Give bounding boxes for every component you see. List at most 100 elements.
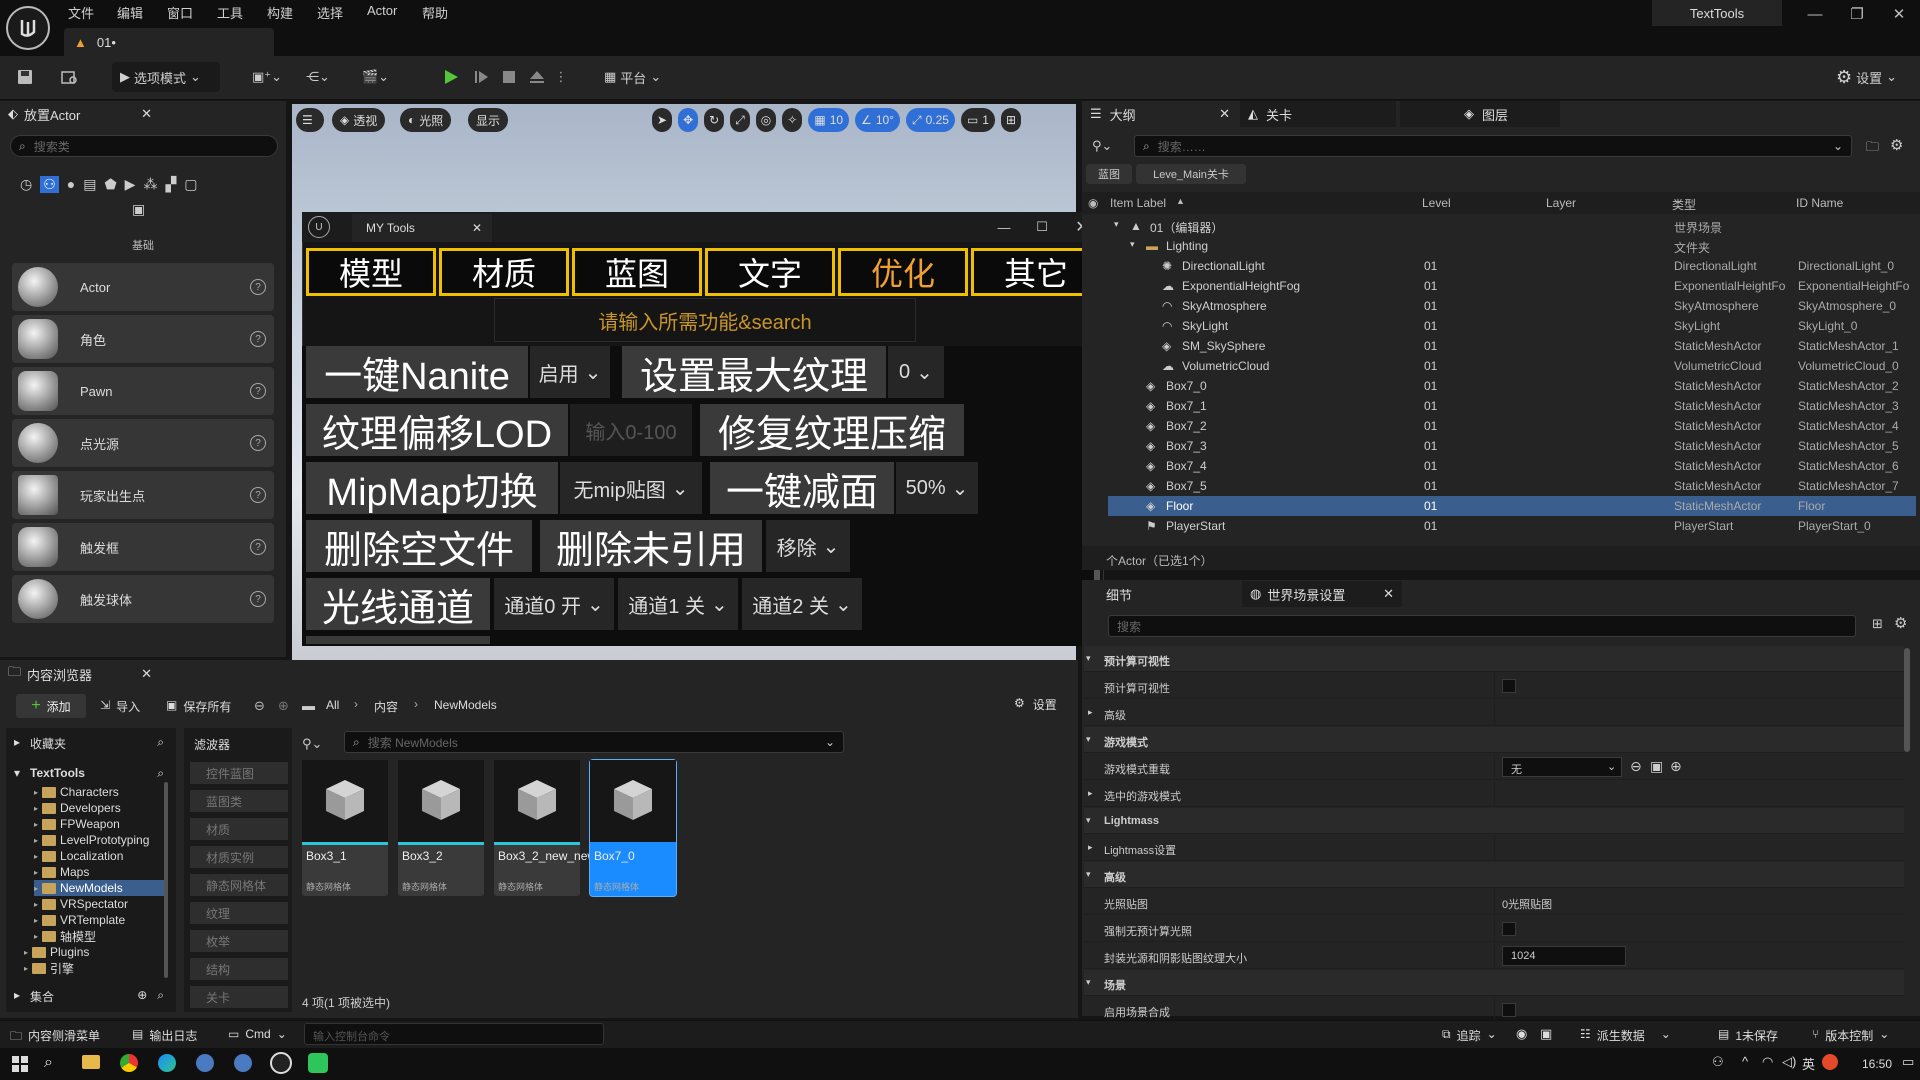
outliner-row[interactable]: ☁ VolumetricCloud 01 VolumetricCloud Volumet… [1108, 356, 1916, 376]
close-tab-icon[interactable]: ✕ [141, 106, 152, 122]
details-row-collapsed[interactable]: ▸ 高级 [1084, 700, 1904, 726]
browse-folder-icon[interactable]: ▣ [1650, 758, 1663, 775]
scale-snap-button[interactable]: ⤢ 0.25 [905, 108, 955, 132]
new-folder-icon[interactable]: 🗀 [1866, 138, 1879, 160]
platform-button[interactable]: ▦ 平台 ⌄ [604, 62, 674, 92]
channel-1-select[interactable]: 通道1 关 ⌄ [618, 578, 738, 630]
folder-item[interactable]: ▸ VRTemplate [34, 912, 166, 928]
folder-item[interactable]: ▸ Plugins [24, 944, 156, 960]
place-item-pawn[interactable]: Pawn ? [12, 367, 274, 415]
wechat-icon[interactable] [308, 1053, 328, 1073]
search-icon[interactable]: ⌕ [157, 735, 164, 752]
unreal-logo-icon[interactable] [6, 6, 50, 50]
nanite-button[interactable]: 一键Nanite [306, 346, 528, 398]
chevron-right-icon[interactable]: ▸ [1088, 788, 1093, 799]
help-icon[interactable]: ? [250, 591, 266, 607]
user-icon[interactable]: ⚇ [1712, 1054, 1724, 1070]
asset-tile[interactable]: Box7_0 静态网格体 [589, 759, 677, 897]
network-icon[interactable]: ◠ [1762, 1054, 1773, 1070]
maximize-icon[interactable]: ☐ [1030, 216, 1054, 238]
add-button[interactable]: + 添加 [16, 694, 86, 718]
minimize-icon[interactable]: — [1798, 2, 1832, 26]
tree-scrollbar[interactable] [164, 782, 168, 978]
help-icon[interactable]: ? [250, 279, 266, 295]
menu-file[interactable]: 文件 [68, 3, 94, 22]
details-row-combo[interactable]: 游戏模式重载无 ⌄ ⊖ ▣ ⊕ [1084, 754, 1904, 780]
blueprint-chip[interactable]: 蓝图 [1086, 164, 1132, 184]
delete-empty-folders-button[interactable]: 删除空文件 [306, 520, 532, 572]
menu-select[interactable]: 选择 [317, 3, 343, 22]
filter-item[interactable]: 蓝图类 [190, 790, 288, 812]
texture-lod-button[interactable]: 纹理偏移LOD [306, 404, 568, 456]
outliner-row[interactable]: ◈ SM_SkySphere 01 StaticMeshActor StaticMesh… [1108, 336, 1916, 356]
chevron-down-icon[interactable]: ▾ [1086, 653, 1091, 664]
outliner-row[interactable]: ◈ Box7_3 01 StaticMeshActor StaticMeshActor_… [1108, 436, 1916, 456]
close-tab-icon[interactable]: ✕ [1383, 586, 1394, 602]
outliner-row[interactable]: ◠ SkyLight 01 SkyLight SkyLight_0 [1108, 316, 1916, 336]
translate-tool-icon[interactable]: ✥ [678, 108, 699, 132]
tools-search-input[interactable]: 请输入所需功能&search [494, 298, 916, 342]
extra-icon[interactable]: ▣ [132, 201, 145, 218]
rotate-tool-icon[interactable]: ↻ [704, 108, 725, 132]
lights-icon[interactable]: ● [67, 176, 75, 193]
menu-window[interactable]: 窗口 [167, 3, 193, 22]
tab-blueprint[interactable]: 蓝图 [572, 248, 702, 296]
checkbox[interactable] [1502, 1003, 1516, 1017]
search-icon[interactable]: ⌕ [157, 766, 164, 781]
asset-filter-icon[interactable]: ⚲⌄ [302, 736, 322, 752]
windows-start-icon[interactable] [12, 1056, 28, 1072]
table-view-icon[interactable]: ⊞ [1872, 616, 1883, 632]
outliner-row[interactable]: ▾ ▬ Lighting 文件夹 [1108, 236, 1916, 256]
remove-select[interactable]: 移除 ⌄ [766, 520, 850, 572]
lighting-button[interactable]: ◐ 光照 [400, 108, 452, 132]
place-item-character[interactable]: 角色 ? [12, 315, 274, 363]
details-row-section[interactable]: ▾ 预计算可视性 [1084, 646, 1904, 672]
help-icon[interactable]: ? [250, 435, 266, 451]
play-options-icon[interactable]: ⋮ [554, 66, 568, 88]
project-tab[interactable]: TextTools [1652, 0, 1782, 26]
help-icon[interactable]: ? [250, 383, 266, 399]
expand-arrow-icon[interactable]: ▾ [1114, 219, 1119, 230]
chevron-down-icon[interactable]: ▾ [1086, 734, 1091, 745]
gear-icon[interactable]: ⚙ [1894, 614, 1907, 632]
outliner-row[interactable]: ☁ ExponentialHeightFog 01 ExponentialHeight… [1108, 276, 1916, 296]
outliner-row[interactable]: ▾ ▲ 01（编辑器） 世界场景 [1108, 216, 1916, 236]
blueprint-button[interactable]: ⋲⌄ [306, 62, 346, 92]
mipmap-button[interactable]: MipMap切换 [306, 462, 558, 514]
filter-item[interactable]: 材质实例 [190, 846, 288, 868]
filter-icon[interactable]: ⚲⌄ [1092, 138, 1118, 154]
settings-button[interactable]: ⚙ 设置 ⌄ [1836, 62, 1906, 92]
surface-snap-icon[interactable]: ✧ [782, 108, 803, 132]
perspective-button[interactable]: ◈ 透视 [332, 108, 386, 132]
folder-item[interactable]: ▸ NewModels [34, 880, 166, 896]
tab-optimize[interactable]: 优化 [838, 248, 968, 296]
filter-item[interactable]: 材质 [190, 818, 288, 840]
details-row-section[interactable]: ▾ 游戏模式 [1084, 727, 1904, 753]
folder-item[interactable]: ▸ Characters [34, 784, 166, 800]
chevron-down-icon[interactable]: ▾ [1086, 815, 1091, 826]
visual-effects-icon[interactable]: ▶ [125, 176, 136, 193]
grid-snap-button[interactable]: ▦ 10 [808, 108, 850, 132]
breadcrumb-newmodels[interactable]: NewModels [434, 698, 497, 712]
add-content-button[interactable]: ▣⁺⌄ [252, 62, 292, 92]
forward-icon[interactable]: ⊕ [278, 698, 289, 714]
help-icon[interactable]: ? [250, 539, 266, 555]
folder-item[interactable]: ▸ FPWeapon [34, 816, 166, 832]
unsaved-button[interactable]: ▤ 1未保存 [1718, 1027, 1778, 1044]
checkbox[interactable] [1502, 679, 1516, 693]
tab-model[interactable]: 模型 [306, 248, 436, 296]
filter-item[interactable]: 纹理 [190, 902, 288, 924]
folder-item[interactable]: ▸ Developers [34, 800, 166, 816]
my-tools-tab[interactable]: MY Tools ✕ [352, 214, 492, 242]
column-type[interactable]: 类型 [1672, 196, 1696, 213]
folder-item[interactable]: ▸ VRSpectator [34, 896, 166, 912]
details-row-collapsed[interactable]: ▸ Lightmass设置 [1084, 835, 1904, 861]
help-icon[interactable]: ? [250, 331, 266, 347]
asset-search[interactable]: ⌕ 搜索 NewModels ⌄ [344, 731, 844, 753]
level-chip[interactable]: Leve_Main关卡 [1136, 164, 1246, 184]
place-actor-search[interactable]: ⌕ 搜索类 [10, 135, 278, 157]
console-input[interactable]: 输入控制台命令 [304, 1023, 604, 1045]
app-icon[interactable] [234, 1054, 252, 1072]
rotation-snap-button[interactable]: ∠ 10° [855, 108, 900, 132]
light-channel-button[interactable]: 光线通道 [306, 578, 490, 630]
